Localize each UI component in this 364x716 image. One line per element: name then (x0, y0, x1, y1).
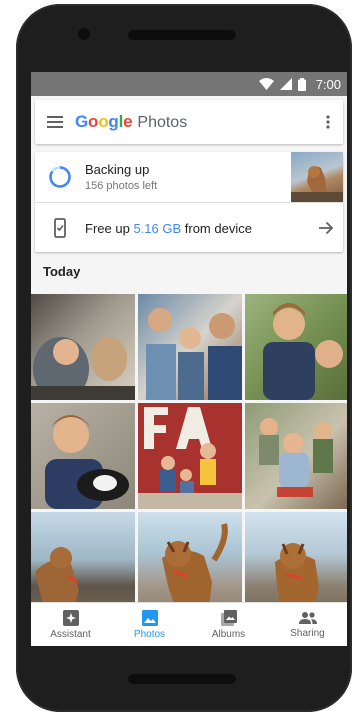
backup-subtitle: 156 photos left (85, 180, 158, 192)
free-up-row[interactable]: Free up 5.16 GB from device (35, 203, 343, 253)
backup-card: Backing up 156 photos left Free up 5.16 … (35, 152, 343, 252)
free-up-phone-icon (35, 218, 85, 238)
logo-letter: e (123, 112, 133, 131)
section-title-today: Today (43, 264, 81, 279)
product-name: Photos (137, 114, 188, 131)
free-up-prefix: Free up (85, 220, 130, 236)
phone-screen: 7:00 Google Photos Backing up 156 photos… (31, 72, 347, 646)
nav-label: Albums (211, 629, 246, 640)
top-speaker (128, 30, 236, 40)
google-wordmark: Google (75, 112, 133, 132)
wifi-icon (258, 78, 274, 90)
backup-thumbnail (291, 152, 343, 202)
sharing-icon (298, 612, 317, 624)
status-bar: 7:00 (31, 72, 347, 96)
photo-thumbnail[interactable] (31, 403, 135, 509)
nav-label: Sharing (290, 628, 325, 639)
photo-thumbnail[interactable] (245, 403, 347, 509)
status-time: 7:00 (315, 76, 341, 92)
backup-title: Backing up (85, 162, 150, 177)
photos-icon (141, 610, 158, 626)
nav-label: Assistant (50, 629, 91, 640)
albums-icon (220, 610, 237, 626)
backup-status-row[interactable]: Backing up 156 photos left (35, 152, 343, 202)
photo-thumbnail[interactable] (138, 294, 242, 400)
more-options-icon[interactable] (313, 100, 343, 144)
cell-signal-icon (279, 78, 292, 90)
backup-progress-icon (35, 165, 85, 189)
backup-text: Backing up 156 photos left (85, 162, 291, 192)
menu-icon[interactable] (35, 100, 75, 144)
free-up-suffix: from device (184, 220, 252, 236)
front-camera (78, 28, 90, 40)
assistant-icon (62, 610, 79, 626)
bottom-speaker (128, 674, 236, 684)
free-up-text: Free up 5.16 GB from device (85, 221, 309, 236)
nav-label: Photos (133, 629, 166, 640)
battery-icon (297, 77, 306, 91)
photo-thumbnail[interactable] (245, 294, 347, 400)
nav-photos[interactable]: Photos (110, 603, 189, 646)
logo-letter: G (75, 112, 89, 131)
app-bar: Google Photos (35, 100, 343, 144)
arrow-right-icon[interactable] (309, 221, 343, 235)
photo-thumbnail[interactable] (31, 294, 135, 400)
bottom-navigation: Assistant Photos Albums Sharing (31, 602, 347, 646)
free-up-amount: 5.16 GB (133, 220, 182, 236)
photo-grid (31, 294, 347, 618)
logo-letter: o (98, 112, 109, 131)
nav-albums[interactable]: Albums (189, 603, 268, 646)
nav-assistant[interactable]: Assistant (31, 603, 110, 646)
photo-thumbnail[interactable] (138, 403, 242, 509)
logo-letter: g (108, 112, 119, 131)
logo-letter: o (88, 112, 99, 131)
google-photos-logo: Google Photos (75, 112, 313, 132)
nav-sharing[interactable]: Sharing (268, 603, 347, 646)
